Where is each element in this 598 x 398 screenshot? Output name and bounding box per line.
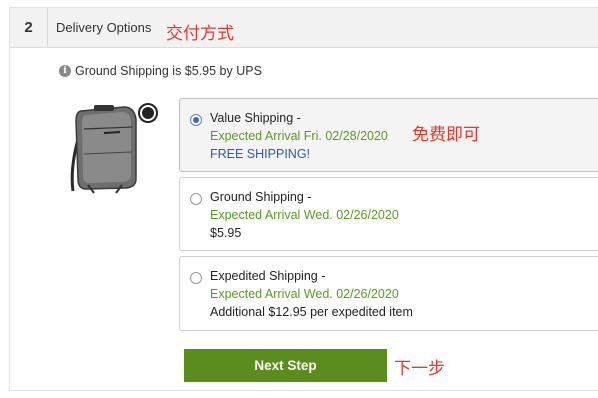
shipping-info-text: Ground Shipping is $5.95 by UPS: [75, 64, 262, 78]
shipping-info: i Ground Shipping is $5.95 by UPS: [59, 64, 262, 78]
radio-ground-shipping[interactable]: [190, 193, 202, 205]
option-title: Value Shipping -: [210, 111, 301, 125]
option-annotation: 免费即可: [412, 125, 480, 145]
shipping-option-ground[interactable]: Ground Shipping - Expected Arrival Wed. …: [179, 177, 598, 251]
product-image: [64, 99, 159, 194]
info-icon: i: [59, 65, 71, 77]
option-title: Expedited Shipping -: [210, 269, 326, 283]
option-arrival: Expected Arrival Wed. 02/26/2020: [210, 287, 399, 301]
option-arrival: Expected Arrival Fri. 02/28/2020: [210, 129, 388, 143]
option-title: Ground Shipping -: [210, 190, 312, 204]
radio-value-shipping[interactable]: [190, 114, 202, 126]
shipping-option-value[interactable]: Value Shipping - Expected Arrival Fri. 0…: [179, 98, 598, 172]
next-step-button[interactable]: Next Step: [184, 349, 387, 382]
step-number: 2: [10, 8, 48, 48]
button-annotation: 下一步: [394, 359, 445, 379]
option-cost: Additional $12.95 per expedited item: [210, 305, 413, 319]
section-header: 2 Delivery Options: [9, 7, 598, 48]
backpack-icon: [70, 103, 158, 194]
option-cost: FREE SHIPPING!: [210, 147, 311, 161]
option-cost: $5.95: [210, 226, 242, 240]
header-annotation: 交付方式: [166, 24, 234, 44]
option-arrival: Expected Arrival Wed. 02/26/2020: [210, 208, 399, 222]
section-title: Delivery Options: [56, 20, 152, 35]
shipping-option-expedited[interactable]: Expedited Shipping - Expected Arrival We…: [179, 256, 598, 331]
radio-expedited-shipping[interactable]: [190, 272, 202, 284]
